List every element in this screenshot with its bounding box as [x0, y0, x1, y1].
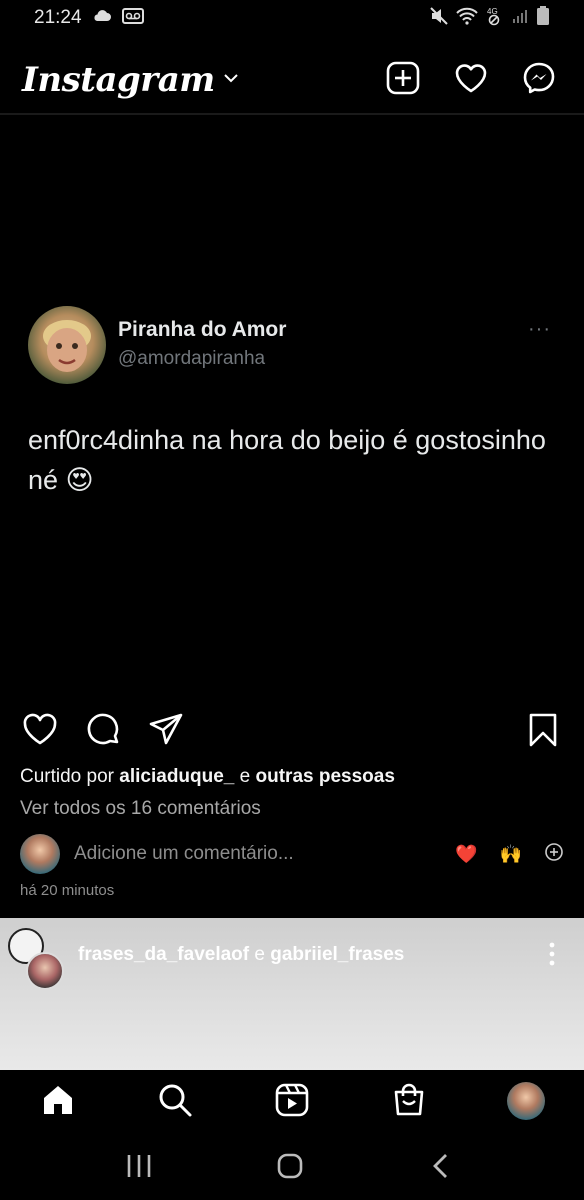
- next-post-conjunction: e: [249, 944, 271, 965]
- activity-heart-icon[interactable]: [454, 62, 488, 99]
- tweet-handle: @amordapiranha: [118, 348, 266, 369]
- post-action-bar: [0, 712, 584, 756]
- home-button-icon[interactable]: [276, 1152, 304, 1185]
- cloud-icon: [92, 9, 112, 28]
- instagram-logo: Instagram: [22, 60, 215, 100]
- more-options-icon[interactable]: [548, 942, 556, 971]
- save-bookmark-icon[interactable]: [528, 712, 558, 753]
- likes-user[interactable]: aliciaduque_: [119, 766, 234, 787]
- status-right: 4G: [430, 5, 550, 31]
- system-nav-bar: [0, 1134, 584, 1200]
- bottom-nav: [0, 1070, 584, 1134]
- comment-icon[interactable]: [86, 712, 122, 753]
- mute-icon: [430, 6, 448, 30]
- signal-icon: [512, 8, 528, 29]
- likes-prefix: Curtido por: [20, 766, 120, 787]
- quick-emoji-raised-hands[interactable]: 🙌: [500, 844, 522, 865]
- battery-icon: [536, 5, 550, 31]
- view-all-comments-link[interactable]: Ver todos os 16 comentários: [20, 798, 261, 820]
- next-post-authors[interactable]: frases_da_favelaof e gabriiel_frases: [78, 944, 404, 966]
- quick-emoji-heart[interactable]: ❤️: [455, 844, 477, 865]
- status-left: 21:24: [34, 7, 144, 29]
- reels-icon[interactable]: [274, 1082, 310, 1123]
- network-4g-icon: 4G: [486, 6, 504, 31]
- new-post-icon[interactable]: [386, 61, 420, 100]
- tweet-avatar: [28, 306, 106, 384]
- search-icon[interactable]: [157, 1082, 193, 1123]
- status-bar: 21:24 4G: [0, 0, 584, 36]
- next-post-user1[interactable]: frases_da_favelaof: [78, 944, 249, 965]
- likes-conjunction: e: [234, 766, 256, 787]
- avatar: [20, 834, 60, 874]
- chevron-down-icon[interactable]: [223, 71, 239, 89]
- back-icon[interactable]: [430, 1152, 452, 1185]
- home-icon[interactable]: [40, 1082, 76, 1123]
- shop-icon[interactable]: [391, 1082, 427, 1123]
- comment-input[interactable]: Adicione um comentário...: [74, 843, 455, 865]
- post-timestamp: há 20 minutos: [20, 882, 115, 899]
- tweet-display-name: Piranha do Amor: [118, 318, 287, 341]
- post-image[interactable]: [0, 116, 584, 706]
- svg-text:4G: 4G: [487, 7, 498, 16]
- status-time: 21:24: [34, 7, 82, 28]
- header-divider: [0, 113, 584, 115]
- avatar: [26, 952, 64, 990]
- tweet-text: enf0rc4dinha na hora do beijo é gostosin…: [28, 425, 546, 495]
- tweet-more-icon: ···: [528, 318, 551, 340]
- wifi-icon: [456, 7, 478, 30]
- likes-others[interactable]: outras pessoas: [256, 766, 395, 787]
- profile-avatar-button[interactable]: [507, 1082, 545, 1120]
- header-actions: [386, 61, 562, 100]
- recent-apps-icon[interactable]: [126, 1152, 152, 1185]
- likes-summary[interactable]: Curtido por aliciaduque_ e outras pessoa…: [20, 766, 395, 788]
- account-switcher[interactable]: Instagram: [22, 60, 239, 100]
- next-post-user2[interactable]: gabriiel_frases: [270, 944, 404, 965]
- add-comment-row: Adicione um comentário... ❤️ 🙌: [20, 832, 564, 876]
- app-header: Instagram: [0, 48, 584, 112]
- messenger-icon[interactable]: [522, 61, 556, 100]
- avatar: [507, 1082, 545, 1120]
- like-icon[interactable]: [22, 712, 58, 751]
- next-post-avatars[interactable]: [8, 928, 68, 990]
- quick-emoji-bar: ❤️ 🙌: [455, 842, 564, 867]
- next-post[interactable]: frases_da_favelaof e gabriiel_frases: [0, 918, 584, 1070]
- add-emoji-icon[interactable]: [544, 842, 564, 867]
- share-icon[interactable]: [148, 712, 184, 751]
- voicemail-icon: [121, 7, 144, 29]
